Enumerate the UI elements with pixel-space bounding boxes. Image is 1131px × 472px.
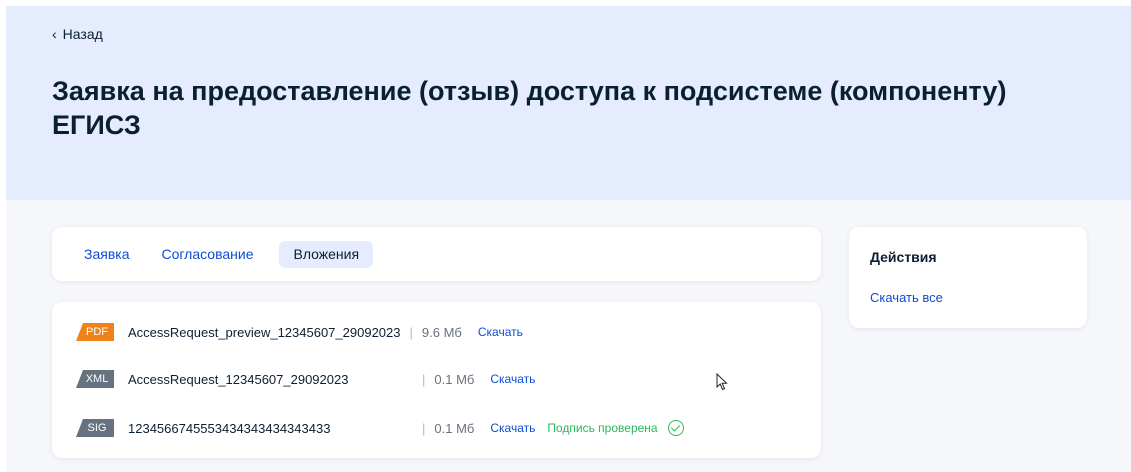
signature-status: Подпись проверена: [547, 421, 658, 435]
tabs-card: Заявка Согласование Вложения: [52, 227, 821, 281]
main-content: Заявка Согласование Вложения PDF AccessR…: [6, 200, 1131, 472]
chevron-left-icon: ‹: [52, 26, 57, 42]
file-row: XML AccessRequest_12345607_29092023 | 0.…: [76, 369, 535, 389]
file-size: 0.1 Мб: [434, 420, 475, 436]
file-size: 0.1 Мб: [434, 371, 475, 387]
file-name: AccessRequest_preview_12345607_29092023: [128, 324, 401, 340]
file-name: AccessRequest_12345607_29092023: [128, 371, 349, 387]
download-link[interactable]: Скачать: [490, 421, 535, 435]
pdf-file-icon: PDF: [76, 323, 114, 341]
actions-card: Действия Скачать все: [849, 227, 1087, 328]
page: ‹ Назад Заявка на предоставление (отзыв)…: [0, 0, 1131, 472]
download-link[interactable]: Скачать: [490, 372, 535, 386]
file-name: 1234566745553434343434343433: [128, 420, 331, 436]
xml-file-icon: XML: [76, 370, 114, 388]
tab-bar: Заявка Согласование Вложения: [78, 241, 374, 268]
back-link[interactable]: ‹ Назад: [52, 26, 103, 42]
actions-title: Действия: [870, 249, 937, 265]
file-row: SIG 1234566745553434343434343433 | 0.1 М…: [76, 418, 684, 438]
sig-file-icon: SIG: [76, 419, 114, 437]
attachments-card: PDF AccessRequest_preview_12345607_29092…: [52, 302, 821, 458]
tab-attachments[interactable]: Вложения: [279, 241, 374, 268]
tab-request[interactable]: Заявка: [78, 241, 135, 268]
download-link[interactable]: Скачать: [478, 325, 523, 339]
tab-approval[interactable]: Согласование: [147, 241, 267, 268]
separator: |: [422, 420, 426, 436]
page-header: ‹ Назад Заявка на предоставление (отзыв)…: [6, 6, 1131, 200]
separator: |: [422, 371, 426, 387]
check-circle-icon: [667, 420, 684, 436]
file-size: 9.6 Мб: [421, 324, 462, 340]
back-label: Назад: [62, 26, 103, 42]
separator: |: [409, 324, 413, 340]
download-all-link[interactable]: Скачать все: [870, 290, 943, 305]
mouse-pointer-icon: [716, 373, 728, 391]
file-row: PDF AccessRequest_preview_12345607_29092…: [76, 322, 523, 342]
page-title: Заявка на предоставление (отзыв) доступа…: [52, 76, 1007, 140]
